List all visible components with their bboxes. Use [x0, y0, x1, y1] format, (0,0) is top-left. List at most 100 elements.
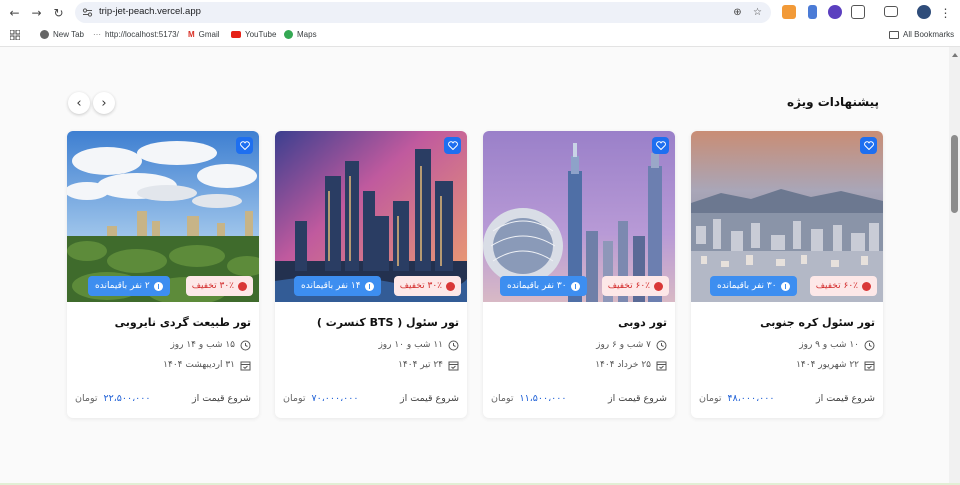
- browser-toolbar: ← → ↻ trip-jet-peach.vercel.app ⊕ ☆ ⋮ Ne…: [0, 0, 960, 47]
- date-text: ۲۴ تیر ۱۴۰۴: [398, 360, 443, 370]
- price-value: ۴۸،۰۰۰،۰۰۰: [727, 393, 775, 404]
- scroll-up-icon[interactable]: [952, 53, 958, 57]
- seats-badge: ۳۰ نفر باقیمانده: [500, 276, 587, 296]
- bookmark-label: New Tab: [53, 30, 84, 39]
- tour-title: تور طبیعت گردی نایروبی: [114, 316, 251, 329]
- page-content: پیشنهادات ویژه ‹ › ۶۰٪ تخفیف ۳۰ نفر باقی…: [0, 47, 949, 485]
- date-text: ۲۵ خرداد ۱۴۰۴: [595, 360, 651, 370]
- bookmark-youtube[interactable]: YouTube: [231, 30, 276, 39]
- globe-icon: [40, 30, 49, 39]
- price-label: شروع قیمت از: [192, 393, 251, 404]
- menu-kebab-icon[interactable]: ⋮: [937, 4, 954, 21]
- duration-text: ۱۱ شب و ۱۰ روز: [378, 340, 443, 350]
- bookmark-label: Maps: [297, 30, 317, 39]
- tour-title: تور سئول ( BTS کنسرت ): [316, 316, 459, 329]
- favorite-heart-button[interactable]: [236, 137, 253, 154]
- bookmark-label: http://localhost:5173/: [105, 30, 179, 39]
- bookmark-star-icon[interactable]: ☆: [752, 7, 763, 18]
- discount-icon: [446, 281, 455, 291]
- heart-icon: [447, 141, 458, 150]
- duration-row: ۱۵ شب و ۱۴ روز: [170, 338, 251, 352]
- tab-search-icon[interactable]: [884, 6, 898, 17]
- seats-text: ۳۰ نفر باقیمانده: [717, 281, 777, 291]
- date-text: ۲۲ شهریور ۱۴۰۴: [796, 360, 859, 370]
- heart-icon: [655, 141, 666, 150]
- gmail-icon: M: [188, 30, 195, 39]
- date-text: ۳۱ اردیبهشت ۱۴۰۴: [163, 360, 235, 370]
- site-info-icon[interactable]: [82, 7, 93, 18]
- bookmark-gmail[interactable]: M Gmail: [188, 30, 220, 39]
- duration-text: ۷ شب و ۶ روز: [596, 340, 651, 350]
- folder-icon: [889, 30, 899, 39]
- price-value: ۲۲،۵۰۰،۰۰۰: [103, 393, 151, 404]
- chevron-left-icon: ‹: [76, 95, 82, 111]
- discount-badge: ۶۰٪ تخفیف: [601, 276, 669, 296]
- page-scrollbar[interactable]: [949, 47, 960, 485]
- seats-text: ۱۴ نفر باقیمانده: [301, 281, 361, 291]
- youtube-icon: [231, 31, 241, 38]
- price-label: شروع قیمت از: [608, 393, 667, 404]
- favorite-heart-button[interactable]: [652, 137, 669, 154]
- reload-icon[interactable]: ↻: [50, 4, 67, 21]
- extensions-puzzle-icon[interactable]: [851, 5, 865, 19]
- calendar-icon: [864, 361, 875, 370]
- apps-grid-icon[interactable]: [10, 30, 20, 40]
- favorite-heart-button[interactable]: [444, 137, 461, 154]
- calendar-icon: [448, 361, 459, 370]
- price-value: ۱۱،۵۰۰،۰۰۰: [519, 393, 567, 404]
- back-icon[interactable]: ←: [6, 4, 23, 21]
- bookmark-localhost[interactable]: ⋯ http://localhost:5173/: [93, 30, 179, 39]
- price-label: شروع قیمت از: [816, 393, 875, 404]
- tour-title: تور سئول کره جنوبی: [760, 316, 875, 329]
- price-value: ۷۰،۰۰۰،۰۰۰: [311, 393, 359, 404]
- seats-text: ۳۰ نفر باقیمانده: [507, 281, 567, 291]
- extension-badge-icon[interactable]: [828, 5, 842, 19]
- price-label: شروع قیمت از: [400, 393, 459, 404]
- carousel-prev-button[interactable]: ‹: [68, 92, 90, 114]
- discount-text: ۶۰٪ تخفیف: [815, 281, 858, 291]
- tour-card-dubai[interactable]: ۶۰٪ تخفیف ۳۰ نفر باقیمانده تور دوبی ۷ شب…: [483, 131, 675, 418]
- tour-card-seoul[interactable]: ۶۰٪ تخفیف ۳۰ نفر باقیمانده تور سئول کره …: [691, 131, 883, 418]
- bookmark-new-tab[interactable]: New Tab: [40, 30, 84, 39]
- heart-icon: [863, 141, 874, 150]
- seats-badge: ۳۰ نفر باقیمانده: [710, 276, 797, 296]
- all-bookmarks[interactable]: All Bookmarks: [889, 30, 954, 39]
- discount-text: ۳۰٪ تخفیف: [191, 281, 234, 291]
- info-icon: [570, 281, 580, 291]
- extension-icon[interactable]: [808, 5, 817, 19]
- info-icon: [364, 281, 374, 291]
- profile-avatar[interactable]: [917, 5, 931, 19]
- price: ۱۱،۵۰۰،۰۰۰ تومان: [491, 393, 566, 404]
- metamask-extension-icon[interactable]: [782, 5, 796, 19]
- currency: تومان: [283, 393, 306, 404]
- tour-card-seoul-bts[interactable]: ۳۰٪ تخفیف ۱۴ نفر باقیمانده تور سئول ( BT…: [275, 131, 467, 418]
- bookmark-label: YouTube: [245, 30, 277, 39]
- forward-icon[interactable]: →: [28, 4, 45, 21]
- bookmark-label: Gmail: [198, 30, 220, 39]
- address-row: ← → ↻ trip-jet-peach.vercel.app ⊕ ☆ ⋮: [0, 0, 960, 25]
- discount-text: ۶۰٪ تخفیف: [607, 281, 650, 291]
- duration-row: ۱۱ شب و ۱۰ روز: [378, 338, 459, 352]
- discount-badge: ۶۰٪ تخفیف: [809, 276, 877, 296]
- currency: تومان: [75, 393, 98, 404]
- link-icon: ⋯: [93, 30, 101, 39]
- chevron-right-icon: ›: [101, 95, 107, 111]
- favorite-heart-button[interactable]: [860, 137, 877, 154]
- clock-icon: [240, 340, 251, 350]
- address-bar[interactable]: trip-jet-peach.vercel.app ⊕ ☆: [75, 2, 771, 23]
- seats-badge: ۱۴ نفر باقیمانده: [294, 276, 381, 296]
- tour-card-nairobi[interactable]: ۳۰٪ تخفیف ۲ نفر باقیمانده تور طبیعت گردی…: [67, 131, 259, 418]
- seats-text: ۲ نفر باقیمانده: [95, 281, 150, 291]
- discount-icon: [862, 281, 871, 291]
- url-text[interactable]: trip-jet-peach.vercel.app: [99, 6, 201, 17]
- price: ۴۸،۰۰۰،۰۰۰ تومان: [699, 393, 774, 404]
- discount-icon: [654, 281, 663, 291]
- info-icon: [153, 281, 163, 291]
- calendar-icon: [656, 361, 667, 370]
- seats-badge: ۲ نفر باقیمانده: [88, 276, 170, 296]
- bookmark-maps[interactable]: Maps: [284, 30, 317, 39]
- scrollbar-thumb[interactable]: [951, 135, 958, 213]
- carousel-next-button[interactable]: ›: [93, 92, 115, 114]
- price: ۷۰،۰۰۰،۰۰۰ تومان: [283, 393, 358, 404]
- zoom-icon[interactable]: ⊕: [732, 7, 743, 18]
